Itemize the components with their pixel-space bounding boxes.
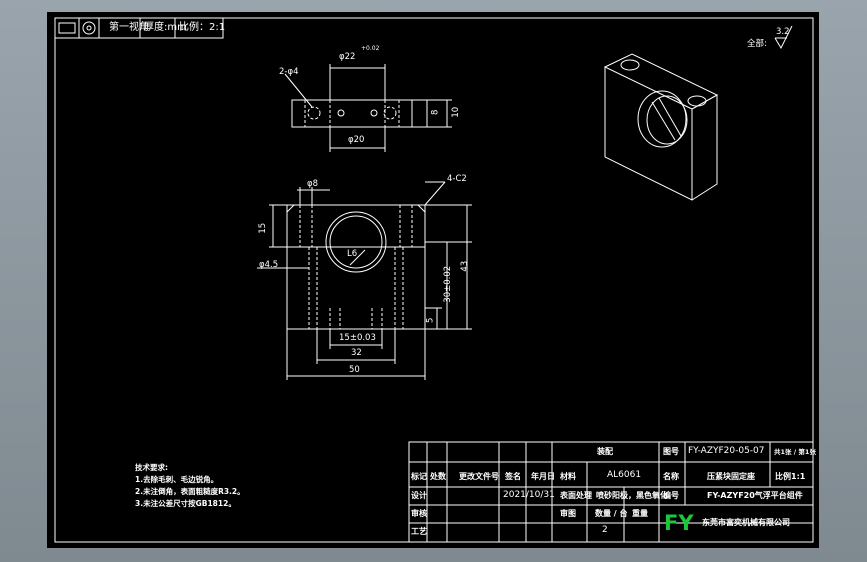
dim-top-bore-tol: +0.02 — [361, 45, 380, 52]
tb-process-cell: 工艺 — [411, 527, 427, 536]
tb-date-cell: 年月日 — [531, 472, 555, 481]
tb-qty-cell: 数量 / 台 — [595, 509, 628, 518]
dim-center-label: L6 — [347, 249, 358, 259]
dim-center-height: 30±0.02 — [443, 265, 454, 303]
view-label: 第一视角 — [109, 22, 149, 33]
drawing-sheet: 第一视角 厚度:mm 比例：2:1 全部: 3.2 φ22 +0.02 2-φ4… — [47, 12, 819, 548]
dim-total-height: 43 — [460, 260, 471, 272]
projection-icon — [58, 22, 76, 34]
tb-sheet-label: 共1张 / 第1张 — [774, 448, 816, 456]
notes-title: 技术要求: — [135, 463, 168, 472]
dim-top-holes: 2-φ4 — [279, 67, 299, 77]
tb-scale-cell: 比例1:1 — [775, 472, 806, 481]
tb-surface-cell: 表面处理 — [560, 491, 592, 500]
tb-change-cell: 更改文件号 — [459, 472, 499, 481]
dim-spacing-15: 15±0.03 — [339, 333, 376, 343]
notes-line: 1.去除毛刺、毛边锐角。 — [135, 475, 219, 484]
tb-drawing-name: FY-AZYF20气浮平台组件 — [707, 491, 803, 500]
tb-sign-cell: 签名 — [505, 472, 521, 481]
projection-circle-icon — [82, 21, 96, 35]
tb-partno-label: 图号 — [663, 447, 679, 456]
tb-quantity: 2 — [602, 525, 608, 535]
tb-approve-cell: 审核 — [411, 509, 427, 518]
dim-chamfer: 4-C2 — [447, 174, 467, 184]
dim-top-bore: φ22 — [339, 52, 356, 62]
tb-material-label: 材料 — [560, 472, 576, 481]
dim-top-h2: 10 — [451, 106, 462, 118]
dim-spacing-32: 32 — [351, 348, 362, 358]
dim-top-h1: 8 — [430, 109, 441, 115]
notes-line: 2.未注倒角，表面粗糙度R3.2。 — [135, 487, 245, 496]
tb-dwg-label: 装配 — [597, 447, 613, 456]
isometric-view — [603, 53, 719, 201]
main-bore — [325, 211, 387, 273]
dim-top-width: φ20 — [348, 135, 365, 145]
tb-material-value: AL6061 — [607, 470, 642, 480]
tb-company: 东莞市富奕机械有限公司 — [702, 518, 790, 527]
tb-ratio-cell: 重量 — [632, 509, 648, 518]
dim-side-hole: φ4.5 — [259, 260, 279, 270]
dim-hole-dia: φ8 — [307, 179, 319, 189]
tb-design-cell: 设计 — [411, 491, 427, 500]
company-logo: FY — [664, 511, 694, 535]
tb-code-label: 编号 — [663, 491, 679, 500]
tb-name-cell: 压紧块固定座 — [707, 472, 755, 481]
surface-finish-label: 全部: — [747, 39, 767, 49]
dim-bottom-5: 5 — [425, 317, 436, 323]
surface-finish-value: 3.2 — [776, 27, 790, 37]
tb-rev-cell: 处数 — [430, 472, 446, 481]
tb-part-code: FY-AZYF20-05-07 — [688, 446, 765, 456]
front-view-outline — [286, 204, 426, 330]
tb-marker-cell: 标记 — [411, 472, 427, 481]
tb-surface-value: 喷砂阳极，黑色氧化 — [596, 491, 668, 500]
tb-partname-label: 名称 — [663, 472, 679, 481]
tb-date: 2021/10/31 — [503, 490, 555, 500]
dim-height-15: 15 — [258, 222, 269, 234]
notes-line: 3.未注公差尺寸按GB1812。 — [135, 499, 236, 508]
dim-width-50: 50 — [349, 365, 360, 375]
tb-review-cell: 审图 — [560, 509, 576, 518]
scale-label: 比例：2:1 — [179, 22, 226, 33]
